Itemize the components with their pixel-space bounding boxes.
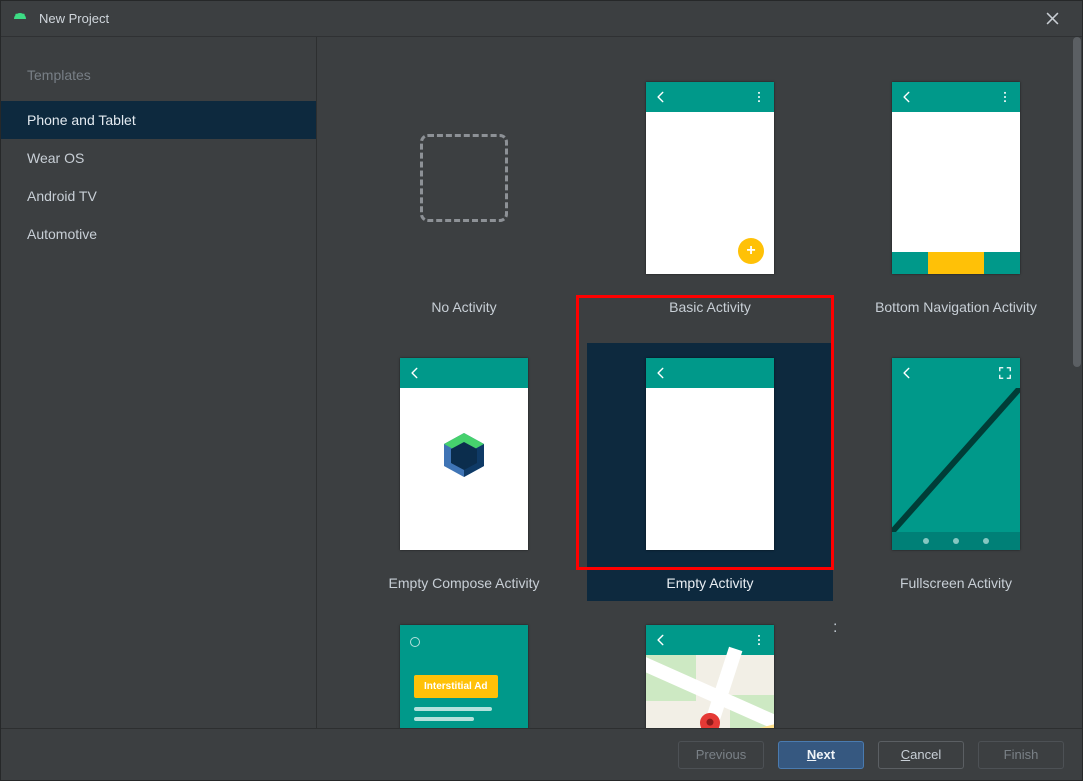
template-bottom-navigation[interactable]: Bottom Navigation Activity — [833, 67, 1072, 325]
gallery-scrollbar[interactable] — [1072, 37, 1082, 728]
thumb-maps — [646, 625, 774, 728]
back-arrow-icon — [654, 366, 668, 380]
back-arrow-icon — [654, 90, 668, 104]
template-label: Fullscreen Activity — [833, 565, 1072, 601]
template-basic-activity[interactable]: + Basic Activity — [587, 67, 833, 325]
next-button[interactable]: Next — [778, 741, 864, 769]
window-title: New Project — [39, 11, 1032, 26]
titlebar: New Project — [1, 1, 1082, 37]
template-label: Basic Activity — [587, 289, 833, 325]
finish-button[interactable]: Finish — [978, 741, 1064, 769]
template-google-maps[interactable] — [587, 619, 833, 728]
template-interstitial-ad[interactable]: Interstitial Ad — [341, 619, 587, 728]
close-button[interactable] — [1032, 4, 1072, 34]
sidebar-item-automotive[interactable]: Automotive — [1, 215, 316, 253]
main-area: Templates Phone and Tablet Wear OS Andro… — [1, 37, 1082, 728]
template-no-activity[interactable]: No Activity — [341, 67, 587, 325]
sidebar-header: Templates — [1, 57, 316, 101]
no-activity-placeholder-icon — [420, 134, 508, 222]
template-label: Empty Compose Activity — [341, 565, 587, 601]
back-arrow-icon — [654, 633, 668, 647]
thumb-empty-activity — [646, 358, 774, 550]
template-gallery: No Activity + Basic Activity — [317, 37, 1082, 728]
template-label: No Activity — [341, 289, 587, 325]
sidebar-item-wear-os[interactable]: Wear OS — [1, 139, 316, 177]
overflow-menu-icon — [998, 90, 1012, 104]
overflow-menu-icon — [752, 90, 766, 104]
thumb-empty-compose — [400, 358, 528, 550]
fab-icon: + — [738, 238, 764, 264]
cancel-button[interactable]: Cancel — [878, 741, 964, 769]
scrollbar-thumb[interactable] — [1073, 37, 1081, 367]
status-dot-icon — [410, 637, 420, 647]
back-arrow-icon — [408, 366, 422, 380]
jetpack-compose-icon — [439, 430, 489, 480]
fullscreen-icon — [998, 366, 1012, 380]
template-label: Empty Activity — [587, 565, 833, 601]
thumb-fullscreen — [892, 358, 1020, 550]
back-arrow-icon — [900, 90, 914, 104]
thumb-interstitial: Interstitial Ad — [400, 625, 528, 728]
wizard-footer: Previous Next Cancel Finish — [1, 728, 1082, 780]
interstitial-chip: Interstitial Ad — [414, 675, 498, 698]
thumb-bottom-nav — [892, 82, 1020, 274]
template-label: Bottom Navigation Activity — [833, 289, 1072, 325]
sidebar-item-android-tv[interactable]: Android TV — [1, 177, 316, 215]
template-fullscreen[interactable]: Fullscreen Activity — [833, 343, 1072, 601]
overflow-menu-icon — [752, 633, 766, 647]
back-arrow-icon — [900, 366, 914, 380]
template-empty-compose[interactable]: Empty Compose Activity — [341, 343, 587, 601]
thumb-basic-activity: + — [646, 82, 774, 274]
map-pin-icon — [700, 713, 720, 728]
template-empty-activity[interactable]: Empty Activity — [587, 343, 833, 601]
android-logo-icon — [11, 10, 29, 28]
previous-button[interactable]: Previous — [678, 741, 764, 769]
sidebar-item-phone-tablet[interactable]: Phone and Tablet — [1, 101, 316, 139]
sidebar: Templates Phone and Tablet Wear OS Andro… — [1, 37, 317, 728]
